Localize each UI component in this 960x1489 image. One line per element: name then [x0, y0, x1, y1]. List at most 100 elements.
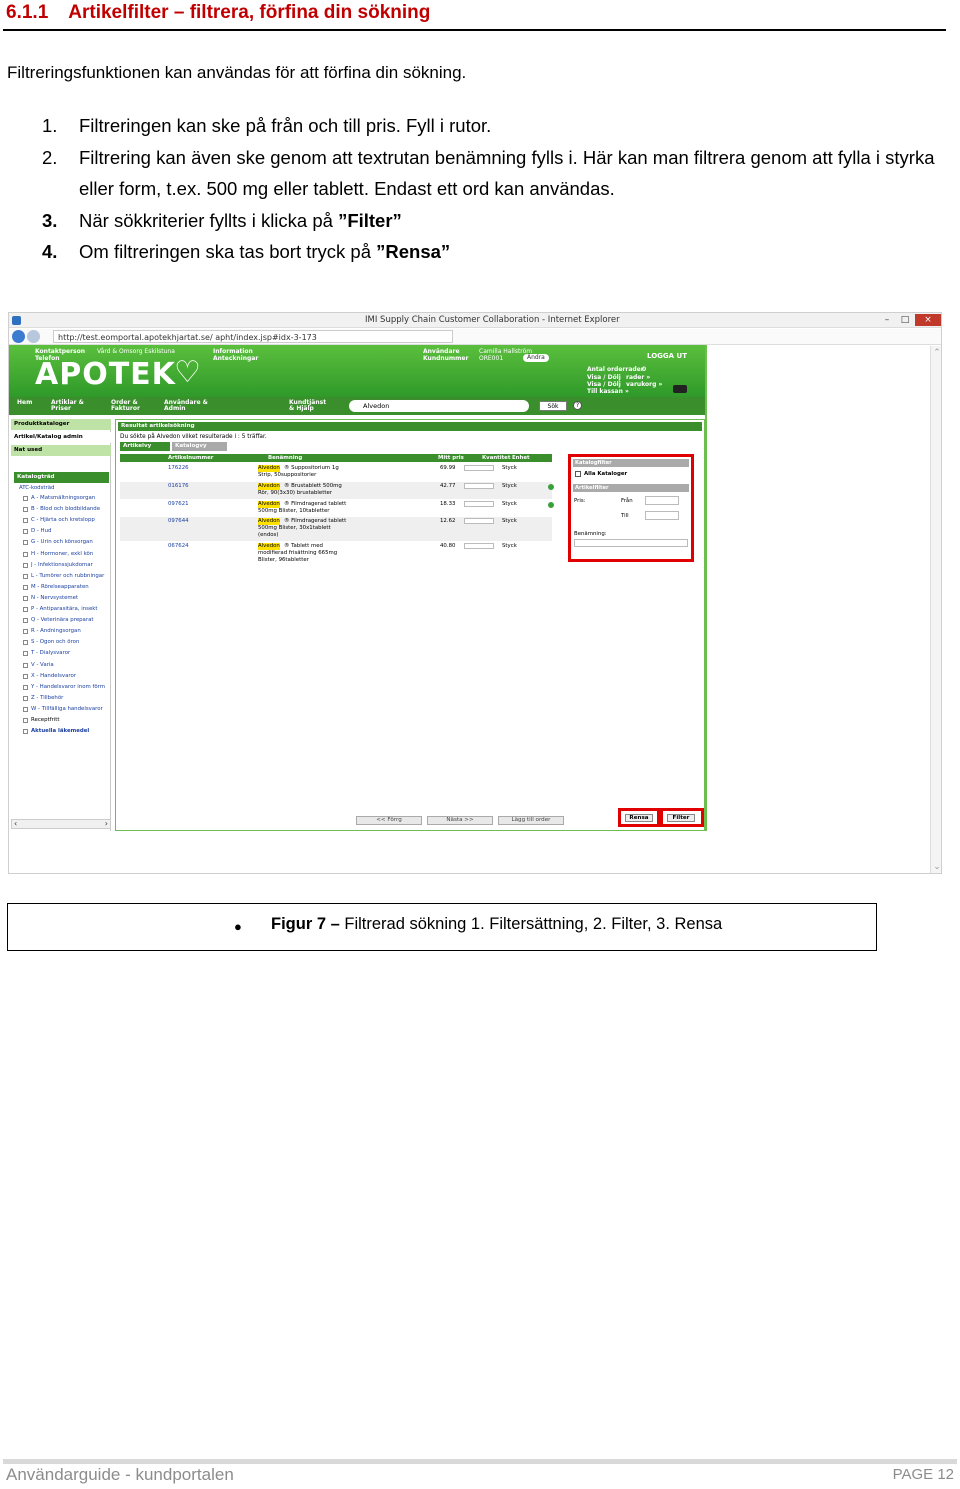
visa-dolj-varukorg-link[interactable]: Visa / Dölj	[587, 381, 621, 388]
tab-katalogvy[interactable]: Katalogvy	[172, 442, 227, 451]
tree-expand-icon[interactable]	[23, 729, 28, 735]
artikelnummer-link[interactable]: 097644	[168, 518, 189, 525]
add-to-order-button[interactable]: Lägg till order	[498, 816, 564, 825]
table-row[interactable]: 097644 Alvedon ® Filmdragerad tablett 500mg…	[120, 517, 552, 541]
artikelnummer-link[interactable]: 176226	[168, 465, 189, 472]
tree-item[interactable]: Receptfritt	[31, 717, 111, 724]
tree-item[interactable]: J - Infektionssjukdomar	[31, 562, 111, 569]
table-row[interactable]: 067624 Alvedon ® Tablett med modifierad fri…	[120, 542, 552, 568]
tree-expand-icon[interactable]	[23, 573, 28, 579]
tree-expand-icon[interactable]	[23, 551, 28, 557]
minimize-icon[interactable]: –	[879, 314, 895, 326]
tree-item[interactable]: Aktuella läkemedel	[31, 728, 111, 735]
mitt-pris-value: 69.99	[440, 465, 456, 471]
tree-expand-icon[interactable]	[23, 518, 28, 524]
search-button[interactable]: Sök	[539, 401, 567, 411]
tree-item[interactable]: G - Urin och könsorgan	[31, 539, 111, 546]
tree-item[interactable]: A - Matsmältningsorgan	[31, 495, 111, 502]
andra-button[interactable]: Ändra	[523, 354, 549, 362]
tree-expand-icon[interactable]	[23, 562, 28, 568]
enhet-value: Styck	[502, 543, 517, 549]
sidebar-item-artikel-admin[interactable]: Artikel/Katalog admin	[11, 432, 111, 443]
tree-item[interactable]: V - Varia	[31, 662, 111, 669]
tree-item[interactable]: M - Rörelseapparaten	[31, 584, 111, 591]
help-icon[interactable]: ?	[573, 401, 582, 410]
filter-button[interactable]: Filter	[667, 814, 695, 822]
artikelnummer-link[interactable]: 097621	[168, 501, 189, 508]
quantity-input[interactable]	[464, 501, 494, 507]
tree-item[interactable]: S - Ögon och öron	[31, 639, 111, 646]
tab-artikelvy[interactable]: Artikelvy	[120, 442, 170, 451]
menu-anvandare[interactable]: Användare & Admin	[164, 400, 208, 412]
tree-item[interactable]: L - Tumörer och rubbningar	[31, 573, 111, 580]
tree-expand-icon[interactable]	[23, 673, 28, 679]
tree-expand-icon[interactable]	[23, 618, 28, 624]
logout-link[interactable]: LOGGA UT	[647, 352, 687, 360]
tree-item[interactable]: T - Dialysvaror	[31, 650, 111, 657]
till-kassan-link[interactable]: Till kassan »	[587, 388, 629, 395]
tree-expand-icon[interactable]	[23, 496, 28, 501]
tree-item[interactable]: W - Tillfälliga handelsvaror	[31, 706, 111, 713]
menu-kundtjanst[interactable]: Kundtjänst & Hjälp	[289, 400, 333, 412]
quantity-input[interactable]	[464, 543, 494, 549]
pris-fran-input[interactable]	[645, 496, 679, 505]
tree-item[interactable]: H - Hormoner, exkl kön	[31, 551, 111, 558]
next-button[interactable]: Nästa >>	[427, 816, 493, 825]
quantity-input[interactable]	[464, 518, 494, 524]
page-scrollbar[interactable]: ⌃ ⌄	[930, 346, 941, 873]
tree-item[interactable]: X - Handelsvaror	[31, 673, 111, 680]
tree-expand-icon[interactable]	[23, 684, 28, 690]
artikelnummer-link[interactable]: 067624	[168, 543, 189, 550]
maximize-icon[interactable]: □	[897, 314, 913, 326]
address-bar[interactable]: http://test.eomportal.apotekhjartat.se/ …	[53, 330, 453, 343]
tree-expand-icon[interactable]	[23, 629, 28, 635]
back-icon[interactable]	[12, 330, 25, 343]
forward-icon[interactable]	[27, 330, 40, 343]
menu-artiklar[interactable]: Artiklar & Priser	[51, 400, 91, 412]
visa-dolj-rader-suffix[interactable]: rader »	[626, 374, 650, 381]
tree-expand-icon[interactable]	[23, 718, 28, 723]
prev-button[interactable]: << Förrg	[356, 816, 422, 825]
sidebar-scrollbar[interactable]: ‹ ›	[11, 819, 111, 829]
tree-expand-icon[interactable]	[23, 595, 28, 601]
alla-kataloger-checkbox[interactable]	[575, 471, 581, 477]
tree-item[interactable]: P - Antiparasitära, insekt	[31, 606, 111, 613]
artikelnummer-link[interactable]: 016176	[168, 483, 189, 490]
benamning-input[interactable]	[574, 539, 688, 547]
tree-expand-icon[interactable]	[23, 529, 28, 535]
tree-expand-icon[interactable]	[23, 651, 28, 657]
tree-expand-icon[interactable]	[23, 640, 28, 646]
tree-root[interactable]: ATC-kodsträd	[19, 485, 54, 492]
menu-order[interactable]: Order & Fakturor	[111, 400, 151, 412]
visa-dolj-varukorg-suffix[interactable]: varukorg »	[626, 381, 662, 388]
close-icon[interactable]: ×	[915, 314, 941, 326]
visa-dolj-rader-link[interactable]: Visa / Dölj	[587, 374, 621, 381]
quantity-input[interactable]	[464, 465, 494, 471]
sidebar-item-nat-used[interactable]: Nat used	[11, 445, 111, 456]
menu-hem[interactable]: Hem	[17, 400, 32, 406]
tree-expand-icon[interactable]	[23, 662, 28, 668]
tree-item[interactable]: D - Hud	[31, 528, 111, 535]
rensa-button[interactable]: Rensa	[625, 814, 653, 822]
tree-item[interactable]: Y - Handelsvaror inom förm	[31, 684, 111, 691]
table-row[interactable]: 097621 Alvedon ® Filmdragerad tablett 500mg…	[120, 500, 554, 516]
tree-expand-icon[interactable]	[23, 607, 28, 612]
tree-item[interactable]: Q - Veterinära preparat	[31, 617, 111, 624]
search-input[interactable]: Alvedon	[349, 400, 529, 412]
tree-expand-icon[interactable]	[23, 507, 28, 513]
tree-expand-icon[interactable]	[23, 695, 28, 701]
pris-till-input[interactable]	[645, 511, 679, 520]
tree-expand-icon[interactable]	[23, 540, 28, 546]
cart-icon[interactable]	[673, 385, 687, 393]
sidebar-item-produktkataloger[interactable]: Produktkataloger	[11, 419, 111, 430]
tree-item[interactable]: N - Nervsystemet	[31, 595, 111, 602]
tree-expand-icon[interactable]	[23, 706, 28, 712]
tree-item[interactable]: R - Andningsorgan	[31, 628, 111, 635]
table-row[interactable]: 016176 Alvedon ® Brustablett 500mg Rör, 90(…	[120, 482, 554, 499]
tree-item[interactable]: Z - Tillbehör	[31, 695, 111, 702]
tree-item[interactable]: C - Hjärta och kretslopp	[31, 517, 111, 524]
quantity-input[interactable]	[464, 483, 494, 489]
tree-expand-icon[interactable]	[23, 584, 28, 590]
table-row[interactable]: 176226 Alvedon ® Suppositorium 1g Strip, 50…	[120, 464, 552, 481]
tree-item[interactable]: B - Blod och blodbildande	[31, 506, 111, 513]
